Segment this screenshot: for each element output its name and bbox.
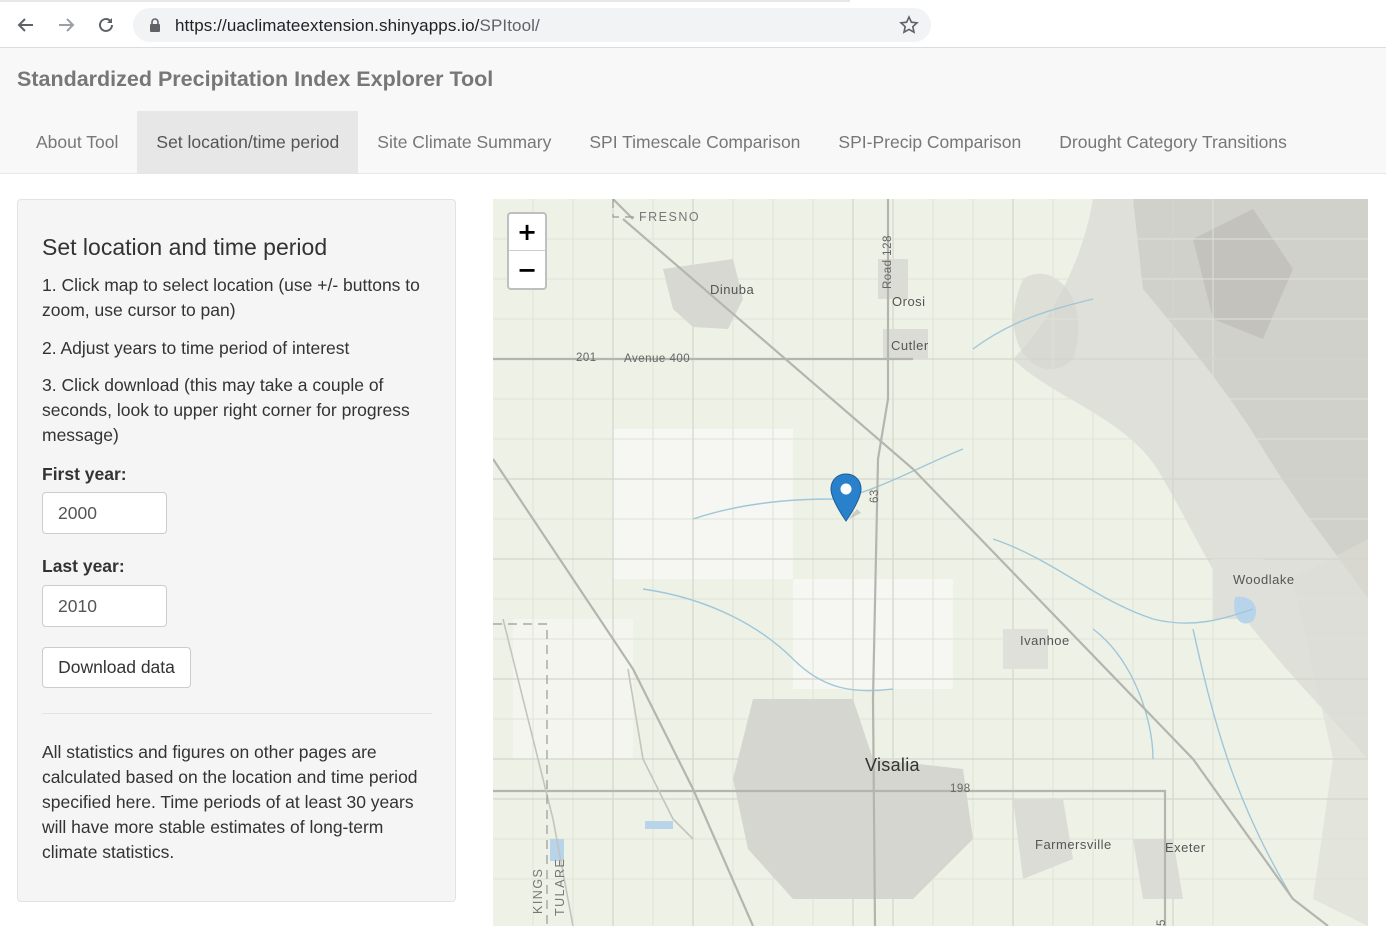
address-bar[interactable]: https://uaclimateextension.shinyapps.io/… — [133, 8, 931, 42]
map-label-visalia: Visalia — [865, 755, 920, 775]
browser-toolbar: https://uaclimateextension.shinyapps.io/… — [0, 0, 1386, 48]
tab-drought-category-transitions[interactable]: Drought Category Transitions — [1040, 111, 1306, 173]
divider — [42, 713, 432, 714]
map-label-ivanhoe: Ivanhoe — [1020, 633, 1070, 648]
map-label-tulare: TULARE — [553, 857, 567, 916]
zoom-control: + − — [507, 212, 547, 290]
map-tiles — [493, 199, 1368, 926]
first-year-input[interactable] — [42, 492, 167, 534]
app-navbar: Standardized Precipitation Index Explore… — [0, 48, 1386, 174]
map-label-road-128: Road 128 — [882, 235, 894, 289]
tab-site-climate-summary[interactable]: Site Climate Summary — [358, 111, 570, 173]
last-year-label: Last year: — [42, 556, 125, 576]
tab-spi-timescale-comparison[interactable]: SPI Timescale Comparison — [570, 111, 819, 173]
lock-icon — [149, 18, 161, 37]
bookmark-star-icon[interactable] — [899, 15, 919, 40]
map-label-kings: KINGS — [531, 867, 545, 914]
download-data-button[interactable]: Download data — [42, 647, 191, 688]
map-label-cutler: Cutler — [891, 338, 929, 353]
app-title: Standardized Precipitation Index Explore… — [17, 67, 494, 91]
reload-icon[interactable] — [93, 12, 119, 38]
map-label-avenue-400: Avenue 400 — [624, 353, 691, 365]
map-label-route-201: 201 — [576, 352, 597, 364]
tab-about-tool[interactable]: About Tool — [17, 111, 137, 173]
tab-set-location[interactable]: Set location/time period — [137, 111, 359, 173]
back-icon[interactable] — [13, 12, 39, 38]
map-label-exeter: Exeter — [1165, 840, 1206, 855]
map-label-route-198: 198 — [950, 783, 971, 795]
location-map[interactable]: FRESNO Dinuba Orosi Cutler 201 Avenue 40… — [493, 199, 1368, 926]
map-label-woodlake: Woodlake — [1233, 572, 1295, 587]
map-label-orosi: Orosi — [892, 294, 926, 309]
map-label-fresno: FRESNO — [639, 210, 701, 224]
instruction-step-1: 1. Click map to select location (use +/-… — [42, 275, 420, 320]
first-year-label: First year: — [42, 464, 127, 484]
map-label-route-63: 63 — [869, 489, 881, 503]
instruction-step-3: 3. Click download (this may take a coupl… — [42, 375, 410, 445]
map-label-farmersville: Farmersville — [1035, 837, 1112, 852]
instruction-step-2: 2. Adjust years to time period of intere… — [42, 338, 350, 358]
page-load-bar — [0, 0, 850, 2]
map-label-route-5: 5 — [1156, 919, 1168, 926]
panel-title: Set location and time period — [42, 234, 328, 260]
tab-spi-precip-comparison[interactable]: SPI-Precip Comparison — [819, 111, 1040, 173]
settings-panel: Set location and time period 1. Click ma… — [17, 199, 456, 902]
tab-bar: About Tool Set location/time period Site… — [17, 111, 1306, 173]
info-note: All statistics and figures on other page… — [42, 742, 418, 862]
map-label-dinuba: Dinuba — [710, 282, 755, 297]
zoom-in-button[interactable]: + — [509, 214, 545, 251]
url-text: https://uaclimateextension.shinyapps.io/… — [175, 16, 540, 35]
zoom-out-button[interactable]: − — [509, 251, 545, 288]
forward-icon[interactable] — [53, 12, 79, 38]
last-year-input[interactable] — [42, 585, 167, 627]
